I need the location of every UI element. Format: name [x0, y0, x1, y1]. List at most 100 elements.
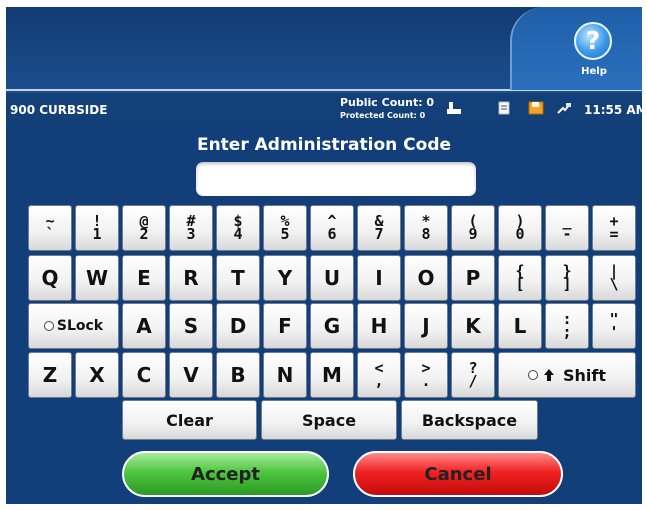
key-r1-2[interactable]: @2 — [122, 205, 166, 251]
key-label: Q — [41, 266, 59, 290]
clear-key-label: Clear — [166, 410, 213, 430]
key-base-char: 3 — [186, 225, 196, 243]
key-base-char: 7 — [374, 225, 384, 243]
key-r2-5[interactable]: Y — [263, 255, 307, 301]
key-r1-9[interactable]: (9 — [451, 205, 495, 251]
key-r4-6[interactable]: M — [310, 352, 354, 398]
key-r3-6[interactable]: J — [404, 303, 448, 349]
key-label: M — [322, 363, 342, 387]
protected-count: Protected Count: 0 — [340, 111, 426, 120]
key-base-char: 2 — [139, 225, 149, 243]
key-r4-1[interactable]: X — [75, 352, 119, 398]
key-r2-6[interactable]: U — [310, 255, 354, 301]
key-r2-11[interactable]: }] — [545, 255, 589, 301]
key-r1-0[interactable]: ~ ` — [28, 205, 72, 251]
key-base-char: 8 — [421, 225, 431, 243]
backspace-key[interactable]: Backspace — [401, 400, 538, 440]
key-base-char: 1 — [92, 225, 102, 243]
key-r1-10[interactable]: ) 0 — [498, 205, 542, 251]
shift-indicator — [527, 370, 538, 380]
key-r2-12[interactable]: | \ — [592, 255, 636, 301]
key-r4-0[interactable]: Z — [28, 352, 72, 398]
clear-key[interactable]: Clear — [122, 400, 257, 440]
key-r1-3[interactable]: #3 — [169, 205, 213, 251]
key-base-char: / — [468, 372, 478, 390]
help-label: Help — [581, 66, 607, 77]
key-base-char: ] — [562, 275, 572, 293]
key-r1-1[interactable]: ! 1 — [75, 205, 119, 251]
key-label: O — [417, 266, 435, 290]
page-title: Enter Administration Code — [196, 135, 452, 155]
key-label: D — [229, 314, 247, 338]
key-r2-10[interactable]: {[ — [498, 255, 542, 301]
key-r2-7[interactable]: I — [357, 255, 401, 301]
key-label: I — [375, 266, 383, 290]
key-r1-7[interactable]: & 7 — [357, 205, 401, 251]
key-r4-8[interactable]: >. — [404, 352, 448, 398]
key-r1-11[interactable]: _ - — [545, 205, 589, 251]
key-r3-1[interactable]: S — [169, 303, 213, 349]
key-r2-1[interactable]: W — [75, 255, 119, 301]
key-label: F — [278, 314, 292, 338]
key-label: Y — [277, 266, 293, 290]
key-r1-4[interactable]: $4 — [216, 205, 260, 251]
key-r3-4[interactable]: G — [310, 303, 354, 349]
key-r3-0[interactable]: A — [122, 303, 166, 349]
key-label: S — [183, 314, 199, 338]
key-r3-5[interactable]: H — [357, 303, 401, 349]
key-r4-4[interactable]: B — [216, 352, 260, 398]
key-r4-2[interactable]: C — [122, 352, 166, 398]
key-label: N — [276, 363, 294, 387]
key-r3-2[interactable]: D — [216, 303, 260, 349]
key-r3-3[interactable]: F — [263, 303, 307, 349]
key-base-char: [ — [515, 275, 525, 293]
key-r4-9[interactable]: ? / — [451, 352, 495, 398]
slock-key[interactable]: SLock — [28, 303, 119, 349]
header-bar: ? Help — [6, 7, 642, 95]
key-r4-7[interactable]: <, — [357, 352, 401, 398]
app-frame: ? Help 900 CURBSIDE Public Count: 0 Prot… — [0, 0, 647, 510]
key-r3-8[interactable]: L — [498, 303, 542, 349]
key-base-char: ; — [562, 323, 572, 341]
document-icon — [498, 101, 510, 115]
key-r2-8[interactable]: O — [404, 255, 448, 301]
key-label: A — [136, 314, 152, 338]
key-label: J — [422, 314, 430, 338]
key-r3-10[interactable]: " ' — [592, 303, 636, 349]
key-r1-6[interactable]: ^ 6 — [310, 205, 354, 251]
key-label: E — [137, 266, 151, 290]
key-r3-9[interactable]: :; — [545, 303, 589, 349]
shift-label: Shift — [562, 365, 606, 385]
help-icon: ? — [574, 22, 612, 60]
shift-key[interactable]: Shift — [498, 352, 636, 398]
key-r4-5[interactable]: N — [263, 352, 307, 398]
space-key[interactable]: Space — [261, 400, 397, 440]
key-r1-5[interactable]: % 5 — [263, 205, 307, 251]
key-r2-0[interactable]: Q — [28, 255, 72, 301]
key-r1-8[interactable]: * 8 — [404, 205, 448, 251]
key-base-char: 9 — [468, 225, 478, 243]
key-r2-3[interactable]: R — [169, 255, 213, 301]
power-plug-icon — [557, 103, 571, 114]
voting-terminal-screen: ? Help 900 CURBSIDE Public Count: 0 Prot… — [6, 7, 642, 504]
key-label: Z — [42, 363, 58, 387]
key-r3-7[interactable]: K — [451, 303, 495, 349]
help-button[interactable]: ? Help — [510, 7, 642, 90]
key-label: P — [465, 266, 481, 290]
key-base-char: \ — [609, 275, 619, 293]
key-r2-2[interactable]: E — [122, 255, 166, 301]
key-r4-3[interactable]: V — [169, 352, 213, 398]
key-label: K — [465, 314, 481, 338]
printer-icon — [447, 102, 461, 114]
cancel-button[interactable]: Cancel — [353, 451, 563, 497]
accept-button[interactable]: Accept — [122, 451, 329, 497]
key-r1-12[interactable]: + = — [592, 205, 636, 251]
key-label: G — [323, 314, 341, 338]
key-label: T — [231, 266, 245, 290]
key-r2-9[interactable]: P — [451, 255, 495, 301]
key-label: X — [89, 363, 105, 387]
key-r2-4[interactable]: T — [216, 255, 260, 301]
key-base-char: ` — [45, 225, 55, 243]
admin-code-input[interactable] — [196, 162, 476, 196]
key-base-char: ' — [609, 323, 619, 341]
